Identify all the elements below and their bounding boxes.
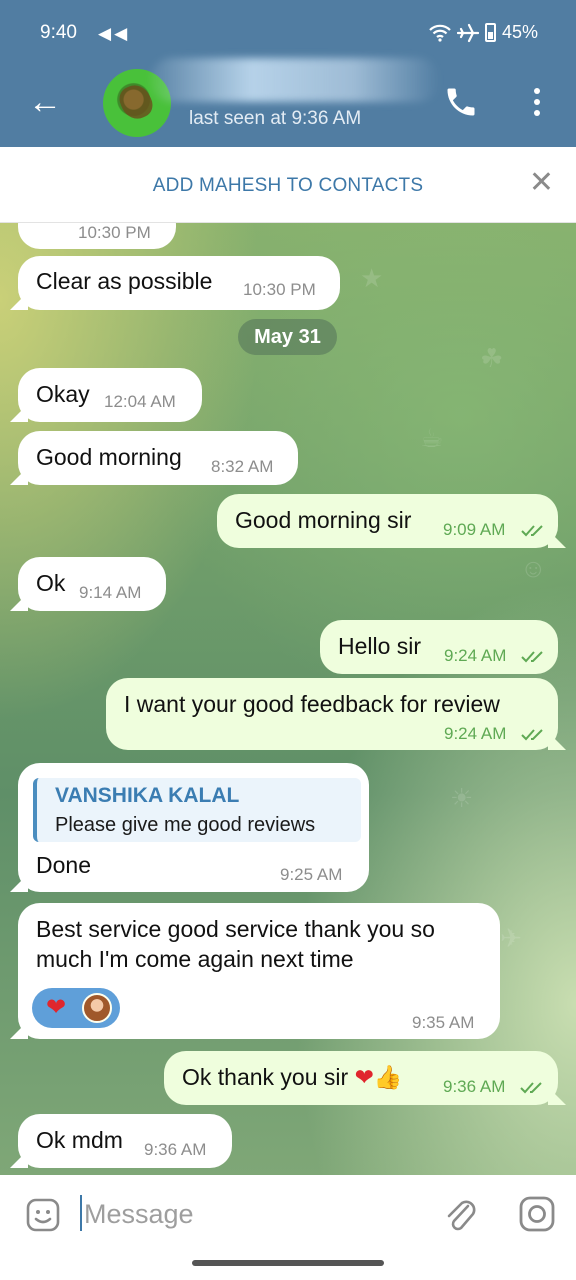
date-separator: May 31 bbox=[238, 319, 337, 355]
add-contact-bar: ADD MAHESH TO CONTACTS ✕ bbox=[0, 147, 576, 223]
message-text: Ok mdm bbox=[36, 1127, 123, 1153]
message-incoming[interactable]: Ok mdm 9:36 AM bbox=[18, 1114, 232, 1168]
last-seen-status: last seen at 9:36 AM bbox=[189, 108, 362, 129]
phone-icon[interactable] bbox=[443, 84, 479, 120]
message-incoming[interactable]: Ok 10:30 PM bbox=[18, 223, 176, 249]
doodle-icon: ★ bbox=[360, 263, 384, 293]
status-time: 9:40 bbox=[40, 22, 77, 43]
sticker-emoji-icon[interactable] bbox=[25, 1197, 61, 1233]
message-time: 9:24 AM bbox=[444, 646, 507, 665]
back-arrow-icon[interactable]: ← bbox=[28, 82, 62, 122]
reply-text: Please give me good reviews bbox=[55, 814, 316, 836]
message-time: 9:25 AM bbox=[280, 865, 343, 884]
read-ticks-icon bbox=[521, 651, 543, 663]
message-text: Okay bbox=[36, 381, 90, 407]
home-indicator bbox=[192, 1260, 384, 1266]
doodle-icon: ☕ bbox=[420, 423, 444, 453]
message-text: Ok bbox=[36, 223, 65, 226]
reaction-chip[interactable]: ❤ bbox=[32, 988, 120, 1028]
reactor-avatar bbox=[82, 993, 112, 1023]
heart-reaction-icon: ❤ bbox=[46, 994, 67, 1021]
message-time: 12:04 AM bbox=[104, 392, 176, 411]
read-ticks-icon bbox=[521, 729, 543, 741]
status-right-icons: 45% bbox=[429, 22, 538, 43]
message-time: 10:30 PM bbox=[243, 280, 316, 299]
chat-area[interactable]: ★ ☘ ☕ ☺ ♥ ☀ ✈ ♫ Ok 10:30 PM Clear as pos… bbox=[0, 223, 576, 1175]
telegram-notification-icons: ◀◀ bbox=[98, 24, 131, 43]
message-input[interactable]: Message bbox=[84, 1199, 194, 1230]
contact-name-redacted[interactable] bbox=[150, 58, 440, 102]
wifi-icon bbox=[429, 24, 451, 42]
message-outgoing[interactable]: Ok thank you sir ❤👍 9:36 AM bbox=[164, 1051, 558, 1105]
add-to-contacts-button[interactable]: ADD MAHESH TO CONTACTS bbox=[0, 175, 576, 197]
message-time: 9:09 AM bbox=[443, 520, 506, 539]
message-text-line2: much I'm come again next time bbox=[36, 946, 354, 972]
message-input-bar: Message bbox=[0, 1175, 576, 1280]
message-text: Good morning sir bbox=[235, 507, 412, 533]
close-icon[interactable]: ✕ bbox=[529, 167, 554, 199]
battery-icon bbox=[484, 23, 496, 42]
battery-percent: 45% bbox=[501, 22, 538, 42]
doodle-icon: ✈ bbox=[500, 923, 522, 953]
reply-sender-name: VANSHIKA KALAL bbox=[55, 784, 240, 807]
status-bar: 9:40 ◀◀ 45% bbox=[0, 0, 576, 66]
doodle-icon: ☘ bbox=[480, 343, 504, 373]
airplane-mode-icon bbox=[456, 23, 479, 42]
message-time: 10:30 PM bbox=[78, 223, 151, 242]
more-options-icon[interactable] bbox=[527, 84, 547, 120]
message-incoming[interactable]: Ok 9:14 AM bbox=[18, 557, 166, 611]
quoted-reply[interactable]: VANSHIKA KALAL Please give me good revie… bbox=[33, 778, 361, 842]
message-text: Done bbox=[36, 852, 91, 878]
message-text-content: Ok thank you sir bbox=[182, 1064, 349, 1090]
message-text: Ok bbox=[36, 570, 66, 596]
read-ticks-icon bbox=[520, 1082, 542, 1094]
app-header: 9:40 ◀◀ 45% ← last seen at 9:36 AM bbox=[0, 0, 576, 147]
message-time: 9:24 AM bbox=[444, 724, 507, 743]
doodle-icon: ☀ bbox=[450, 783, 474, 813]
message-outgoing[interactable]: Hello sir 9:24 AM bbox=[320, 620, 558, 674]
text-caret bbox=[80, 1195, 82, 1231]
message-text-line1: Best service good service thank you so bbox=[36, 916, 435, 942]
message-time: 9:36 AM bbox=[443, 1077, 506, 1096]
message-incoming[interactable]: Okay 12:04 AM bbox=[18, 368, 202, 422]
read-ticks-icon bbox=[521, 525, 543, 537]
message-time: 9:35 AM bbox=[412, 1013, 475, 1032]
paperclip-icon[interactable] bbox=[442, 1194, 478, 1234]
message-text: Clear as possible bbox=[36, 268, 213, 294]
message-text: I want your good feedback for review bbox=[124, 691, 500, 717]
camera-icon[interactable] bbox=[518, 1195, 556, 1233]
heart-thumbs-emoji: ❤👍 bbox=[354, 1064, 403, 1090]
message-outgoing[interactable]: Good morning sir 9:09 AM bbox=[217, 494, 558, 548]
message-text: Hello sir bbox=[338, 633, 422, 659]
message-time: 8:32 AM bbox=[211, 457, 274, 476]
message-incoming[interactable]: Clear as possible 10:30 PM bbox=[18, 256, 340, 310]
message-incoming-reply[interactable]: VANSHIKA KALAL Please give me good revie… bbox=[18, 763, 369, 892]
doodle-icon: ☺ bbox=[520, 553, 547, 583]
message-time: 9:36 AM bbox=[144, 1140, 207, 1159]
message-incoming[interactable]: Good morning 8:32 AM bbox=[18, 431, 298, 485]
message-incoming[interactable]: Best service good service thank you so m… bbox=[18, 903, 500, 1039]
message-text: Good morning bbox=[36, 444, 182, 470]
message-time: 9:14 AM bbox=[79, 583, 142, 602]
message-text: Ok thank you sir ❤👍 bbox=[182, 1064, 403, 1091]
message-outgoing[interactable]: I want your good feedback for review 9:2… bbox=[106, 678, 558, 750]
